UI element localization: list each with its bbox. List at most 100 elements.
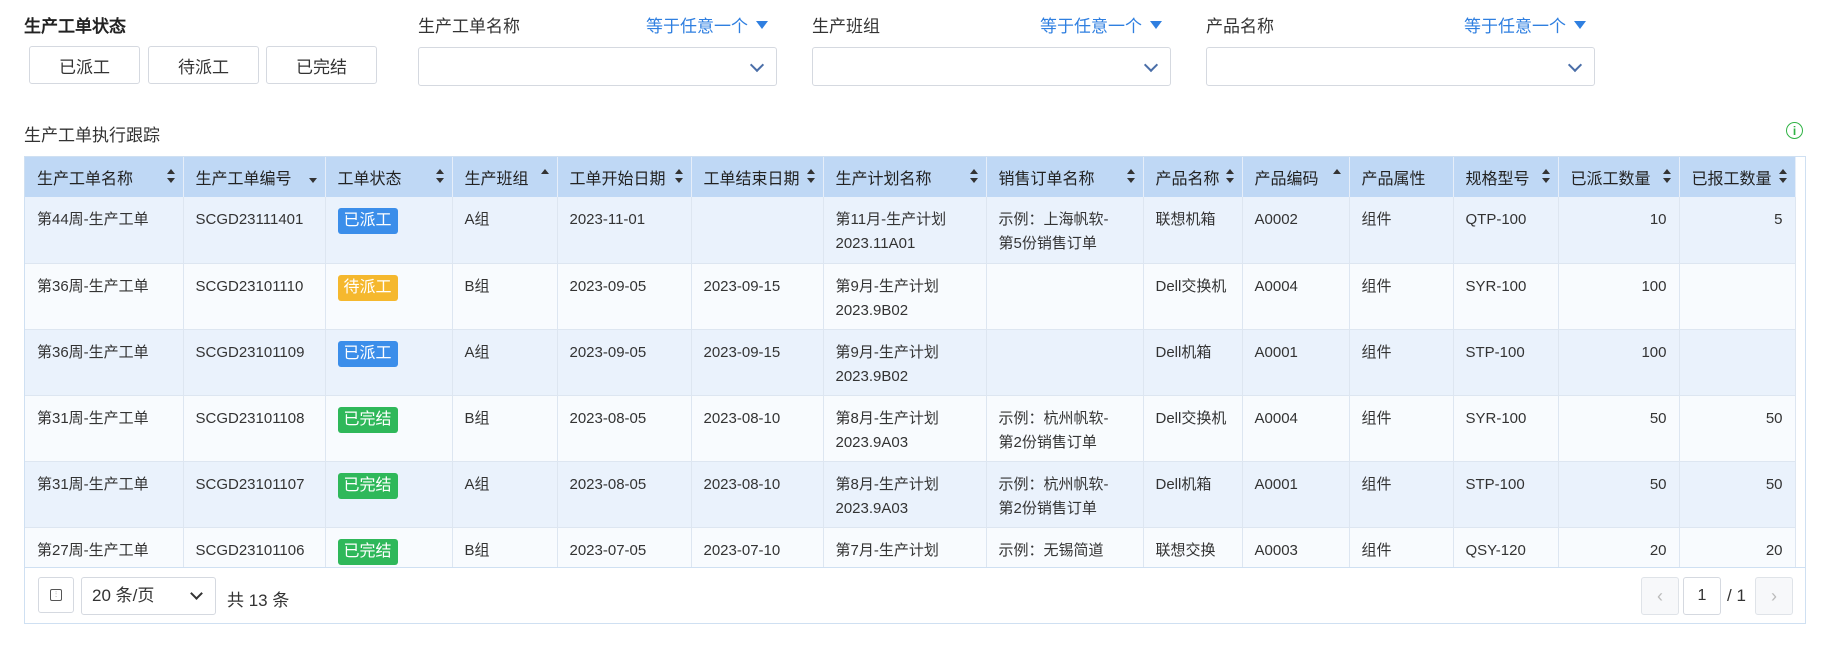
col-start-date-cell: 2023-09-05 xyxy=(557,329,692,396)
sort-icon[interactable] xyxy=(1662,169,1671,183)
sort-icon[interactable] xyxy=(435,169,444,183)
col-product-attr-cell: 组件 xyxy=(1349,197,1454,264)
status-filter-title: 生产工单状态 xyxy=(24,17,126,36)
table-row[interactable]: 第36周-生产工单 SCGD23101109 已派工 A组 2023-09-05 2023… xyxy=(25,329,1796,396)
col-order-name-cell: 第36周-生产工单 xyxy=(25,329,184,396)
table-row[interactable]: 第31周-生产工单 SCGD23101108 已完结 B组 2023-08-05 2023… xyxy=(25,395,1796,462)
sort-icon[interactable] xyxy=(1126,169,1135,183)
work-order-table: 生产工单名称 生产工单编号 工单状态 生产班组 工单开始日期 工单结束日期 生产计划名称 销售… xyxy=(24,156,1806,568)
sort-icon[interactable] xyxy=(1778,169,1787,183)
col-end-date-cell xyxy=(691,197,824,264)
col-product-code-header[interactable]: 产品编码 xyxy=(1242,157,1350,197)
col-order-code-cell: SCGD23101110 xyxy=(183,263,326,330)
next-page-button[interactable]: › xyxy=(1755,577,1793,615)
order-name-filter-mode-text: 等于任意一个 xyxy=(646,17,748,36)
prev-page-button[interactable]: ‹ xyxy=(1641,577,1679,615)
col-product-name-header[interactable]: 产品名称 xyxy=(1143,157,1243,197)
current-page-input[interactable]: 1 xyxy=(1683,577,1721,615)
status-dispatched-button[interactable]: 已派工 xyxy=(29,46,140,84)
col-dispatched-qty-cell: 10 xyxy=(1558,197,1680,264)
sort-icon[interactable] xyxy=(806,169,815,183)
cell-line: 第9月-生产计划 xyxy=(835,343,939,361)
col-end-date-header[interactable]: 工单结束日期 xyxy=(691,157,824,197)
col-product-code-cell: A0001 xyxy=(1242,461,1350,528)
col-order-code-cell: SCGD23101106 xyxy=(183,527,326,567)
status-badge: 已派工 xyxy=(337,208,398,234)
info-icon[interactable]: i xyxy=(1786,122,1803,139)
col-dispatched-qty-cell: 20 xyxy=(1558,527,1680,567)
sort-icon[interactable] xyxy=(1541,169,1550,183)
section-title: 生产工单执行跟踪 xyxy=(24,126,160,145)
col-product-code-cell: A0002 xyxy=(1242,197,1350,264)
col-plan-name-cell: 第8月-生产计划 2023.9A03 xyxy=(823,395,987,462)
sort-icon[interactable] xyxy=(1332,169,1341,183)
column-header-label: 生产班组 xyxy=(464,171,529,188)
table-row[interactable]: 第44周-生产工单 SCGD23111401 已派工 A组 2023-11-01 第11月… xyxy=(25,197,1796,264)
column-header-label: 生产工单名称 xyxy=(37,171,134,188)
col-start-date-cell: 2023-08-05 xyxy=(557,395,692,462)
team-filter-mode-text: 等于任意一个 xyxy=(1040,17,1142,36)
status-pending-button[interactable]: 待派工 xyxy=(148,46,259,84)
sort-icon[interactable] xyxy=(166,169,175,183)
table-row[interactable]: 第31周-生产工单 SCGD23101107 已完结 A组 2023-08-05 2023… xyxy=(25,461,1796,528)
col-plan-name-cell: 第7月-生产计划 xyxy=(823,527,987,567)
column-header-label: 工单结束日期 xyxy=(703,171,800,188)
col-product-code-cell: A0004 xyxy=(1242,395,1350,462)
col-plan-name-cell: 第8月-生产计划 2023.9A03 xyxy=(823,461,987,528)
chevron-down-icon xyxy=(190,587,203,600)
col-product-name-cell: Dell机箱 xyxy=(1143,461,1243,528)
col-team-header[interactable]: 生产班组 xyxy=(452,157,558,197)
sort-icon[interactable] xyxy=(540,169,549,183)
col-plan-name-header[interactable]: 生产计划名称 xyxy=(823,157,987,197)
col-spec-header[interactable]: 规格型号 xyxy=(1453,157,1559,197)
col-end-date-cell: 2023-09-15 xyxy=(691,329,824,396)
cell-line: 第11月-生产计划 xyxy=(835,211,947,228)
col-dispatched-qty-cell: 50 xyxy=(1558,461,1680,528)
col-plan-name-cell: 第9月-生产计划 2023.9B02 xyxy=(823,263,987,330)
col-sales-order-cell: 示例：杭州帆软- 第2份销售订单 xyxy=(986,461,1144,528)
col-start-date-cell: 2023-09-05 xyxy=(557,263,692,330)
team-filter-mode[interactable]: 等于任意一个 xyxy=(1040,12,1162,37)
cell-line: 2023.9A03 xyxy=(835,433,909,451)
status-badge: 待派工 xyxy=(337,274,398,301)
cell-line: 第5份销售订单 xyxy=(998,235,1097,252)
col-plan-name-cell: 第9月-生产计划 2023.9B02 xyxy=(823,329,987,396)
order-name-select[interactable] xyxy=(418,47,777,86)
page-jump-icon-button[interactable]: ⫶ xyxy=(38,577,74,613)
sort-icon[interactable] xyxy=(1225,169,1234,183)
sort-icon[interactable] xyxy=(308,169,317,183)
page-size-select[interactable]: 20 条/页 xyxy=(81,577,216,615)
total-count: 共 13 条 xyxy=(227,591,290,610)
table-row[interactable]: 第36周-生产工单 SCGD23101110 待派工 B组 2023-09-05 2023… xyxy=(25,263,1796,330)
col-team-cell: B组 xyxy=(452,395,558,462)
col-order-code-header[interactable]: 生产工单编号 xyxy=(183,157,326,197)
col-order-name-header[interactable]: 生产工单名称 xyxy=(25,157,184,197)
product-filter-mode[interactable]: 等于任意一个 xyxy=(1464,12,1586,37)
product-filter-label: 产品名称 xyxy=(1206,17,1274,36)
col-product-attr-header[interactable]: 产品属性 xyxy=(1349,157,1454,197)
table-row[interactable]: 第27周-生产工单 SCGD23101106 已完结 B组 2023-07-05 2023… xyxy=(25,527,1796,567)
col-status-header[interactable]: 工单状态 xyxy=(325,157,453,197)
order-name-filter-mode[interactable]: 等于任意一个 xyxy=(646,12,768,37)
col-order-code-cell: SCGD23111401 xyxy=(183,197,326,264)
status-completed-button[interactable]: 已完结 xyxy=(266,46,377,84)
col-reported-qty-header[interactable]: 已报工数量 xyxy=(1679,157,1796,197)
col-product-name-cell: 联想机箱 xyxy=(1143,197,1243,264)
cell-line: 第9月-生产计划 xyxy=(835,277,939,295)
column-header-label: 工单状态 xyxy=(337,171,402,188)
col-end-date-cell: 2023-07-10 xyxy=(691,527,824,567)
col-sales-order-header[interactable]: 销售订单名称 xyxy=(986,157,1144,197)
cell-line: 示例：杭州帆软- xyxy=(998,409,1109,427)
column-header-label: 规格型号 xyxy=(1465,171,1530,188)
column-header-label: 已派工数量 xyxy=(1570,171,1651,188)
col-dispatched-qty-header[interactable]: 已派工数量 xyxy=(1558,157,1680,197)
team-select[interactable] xyxy=(812,47,1171,86)
col-status-cell: 已派工 xyxy=(325,329,453,396)
product-select[interactable] xyxy=(1206,47,1595,86)
sort-icon[interactable] xyxy=(674,169,683,183)
col-start-date-header[interactable]: 工单开始日期 xyxy=(557,157,692,197)
cell-line: 第2份销售订单 xyxy=(998,433,1097,451)
status-badge: 已完结 xyxy=(337,472,398,499)
sort-icon[interactable] xyxy=(969,169,978,183)
cell-line: 2023.9B02 xyxy=(835,301,909,319)
